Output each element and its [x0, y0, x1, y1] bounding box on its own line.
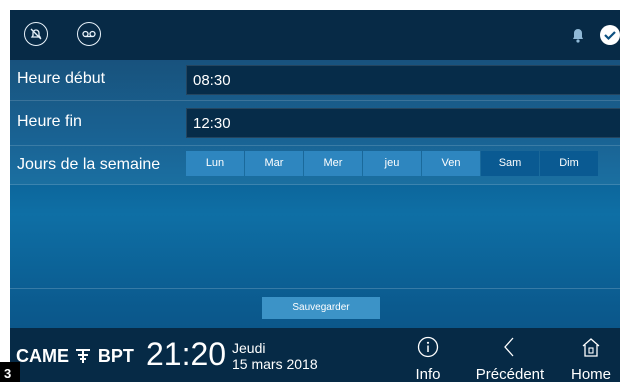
start-time-value: 08:30 — [193, 72, 231, 89]
end-time-field[interactable]: 12:30 — [186, 108, 620, 138]
brand-bpt: BPT — [97, 346, 134, 366]
divider — [10, 288, 620, 289]
weekday-selector: Lun Mar Mer jeu Ven Sam Dim — [186, 151, 599, 176]
clock-time: 21:20 — [146, 336, 227, 372]
back-label: Précédent — [475, 366, 545, 382]
day-ven[interactable]: Ven — [422, 151, 480, 176]
brand-came: CAME — [16, 346, 69, 366]
weekdays-label: Jours de la semaine — [17, 156, 161, 173]
day-sam[interactable]: Sam — [481, 151, 539, 176]
check-icon — [600, 25, 620, 45]
chevron-left-icon — [504, 337, 514, 357]
day-mer[interactable]: Mer — [304, 151, 362, 176]
start-time-row: Heure début 08:30 — [10, 60, 620, 101]
info-label: Info — [415, 366, 441, 382]
info-icon — [417, 336, 439, 358]
end-time-row: Heure fin 12:30 — [10, 101, 620, 146]
back-button[interactable]: Précédent — [468, 336, 552, 382]
day-mar[interactable]: Mar — [245, 151, 303, 176]
mute-bell-icon[interactable] — [24, 22, 48, 46]
home-button[interactable]: Home — [566, 336, 616, 382]
home-label: Home — [570, 366, 611, 382]
start-time-field[interactable]: 08:30 — [186, 65, 620, 95]
page-badge: 3 — [0, 362, 20, 382]
brand-logo: CAME BPT — [16, 344, 134, 368]
day-lun[interactable]: Lun — [186, 151, 244, 176]
clock-date: 15 mars 2018 — [232, 356, 318, 372]
top-bar — [10, 10, 620, 60]
bell-icon — [573, 29, 583, 43]
info-button[interactable]: Info — [406, 336, 450, 382]
end-time-label: Heure fin — [17, 113, 82, 130]
voicemail-icon[interactable] — [77, 22, 101, 46]
save-button[interactable]: Sauvegarder — [262, 297, 380, 319]
bottom-bar: CAME BPT 21:20 Jeudi 15 mars 2018 Info P… — [10, 328, 620, 382]
day-dim[interactable]: Dim — [540, 151, 598, 176]
weekdays-row: Jours de la semaine Lun Mar Mer jeu Ven … — [10, 146, 620, 185]
screen: Heure début 08:30 Heure fin 12:30 Jours … — [10, 10, 620, 382]
day-jeu[interactable]: jeu — [363, 151, 421, 176]
brand-mark-icon — [76, 349, 91, 363]
end-time-value: 12:30 — [193, 115, 231, 132]
home-icon — [582, 338, 600, 357]
start-time-label: Heure début — [17, 70, 106, 87]
clock-day: Jeudi — [232, 340, 266, 356]
